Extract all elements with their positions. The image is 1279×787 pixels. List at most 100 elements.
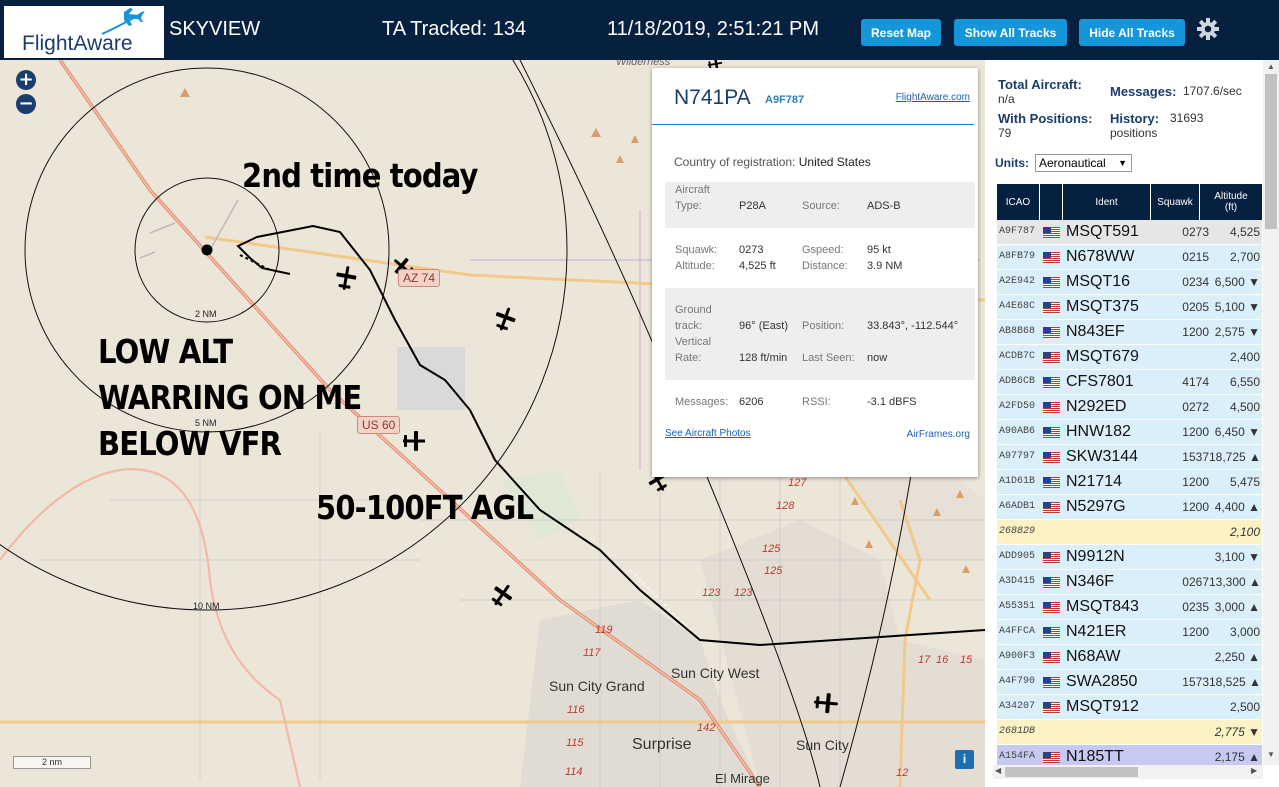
table-row[interactable]: A4FFCA N421ER 1200 3,000 bbox=[997, 620, 1262, 645]
scroll-right-icon[interactable]: ▶ bbox=[1251, 766, 1257, 775]
altitude-label: Altitude: bbox=[675, 260, 715, 272]
aircraft-icon[interactable] bbox=[490, 582, 514, 608]
route-number: 123 bbox=[734, 587, 753, 599]
cell-icao: A2FD50 bbox=[999, 401, 1036, 412]
table-row[interactable]: AB8B68 N843EF 1200 2,575 ▼ bbox=[997, 320, 1262, 345]
scrollbar-thumb[interactable] bbox=[1265, 74, 1277, 229]
datetime: 11/18/2019, 2:51:21 PM bbox=[607, 18, 820, 40]
table-row[interactable]: ACDB7C MSQT679 2,400 bbox=[997, 345, 1262, 370]
units-select[interactable]: Aeronautical ▼ bbox=[1035, 154, 1132, 172]
table-row[interactable]: A9F787 MSQT591 0273 4,525 bbox=[997, 220, 1262, 245]
table-row[interactable]: ADD905 N9912N 3,100 ▼ bbox=[997, 545, 1262, 570]
table-row[interactable]: 268829 2,100 bbox=[997, 520, 1262, 545]
cell-altitude: 6,450 ▼ bbox=[1214, 425, 1260, 439]
aircraft-photos-link[interactable]: See Aircraft Photos bbox=[665, 428, 751, 439]
cell-ident: SWA2850 bbox=[1066, 673, 1138, 690]
cell-altitude: 2,775 ▼ bbox=[1214, 725, 1260, 739]
table-row[interactable]: A3D415 N346F 0267 13,300 ▲ bbox=[997, 570, 1262, 595]
us-flag-icon bbox=[1043, 327, 1060, 338]
place-el-mirage: El Mirage bbox=[715, 771, 770, 786]
history-label: History: bbox=[1110, 111, 1160, 126]
route-number: 117 bbox=[583, 647, 601, 659]
table-row[interactable]: A6ADB1 N5297G 1200 4,400 ▲ bbox=[997, 495, 1262, 520]
table-row[interactable]: A2FD50 N292ED 0272 4,500 bbox=[997, 395, 1262, 420]
lastseen-label: Last Seen: bbox=[802, 352, 855, 364]
distance-label: Distance: bbox=[802, 260, 848, 272]
range-label-10nm: 10 NM bbox=[193, 601, 220, 611]
col-ident[interactable]: Ident bbox=[1063, 184, 1151, 220]
us-flag-icon bbox=[1043, 702, 1060, 713]
table-row[interactable]: A34207 MSQT912 2,500 bbox=[997, 695, 1262, 720]
cell-icao: ADD905 bbox=[999, 551, 1036, 562]
cell-ident: MSQT16 bbox=[1066, 273, 1131, 290]
cell-squawk: 1537 bbox=[1182, 450, 1209, 464]
popup-country: Country of registration: United States bbox=[674, 155, 871, 169]
us-flag-icon bbox=[1043, 427, 1060, 438]
cell-icao: A6ADB1 bbox=[999, 501, 1036, 512]
cell-ident: N678WW bbox=[1066, 248, 1135, 265]
us-flag-icon bbox=[1043, 477, 1060, 488]
reset-map-button[interactable]: Reset Map bbox=[861, 19, 941, 46]
col-squawk[interactable]: Squawk bbox=[1151, 184, 1200, 220]
cell-icao: 268829 bbox=[999, 526, 1036, 537]
route-number: 127 bbox=[788, 477, 807, 489]
col-altitude[interactable]: Altitude (ft) bbox=[1200, 184, 1262, 220]
table-row[interactable]: A2E942 MSQT16 0234 6,500 ▼ bbox=[997, 270, 1262, 295]
cell-ident: MSQT843 bbox=[1066, 598, 1139, 615]
table-row[interactable]: A900F3 N68AW 2,250 ▲ bbox=[997, 645, 1262, 670]
cell-ident: CFS7801 bbox=[1066, 373, 1134, 390]
table-row[interactable]: A97797 SKW3144 1537 18,725 ▲ bbox=[997, 445, 1262, 470]
aircraft-table-header: ICAO Ident Squawk Altitude (ft) bbox=[997, 184, 1262, 220]
annotation-below-vfr: BELOW VFR bbox=[98, 424, 282, 463]
horizontal-scrollbar[interactable]: ◀ ▶ bbox=[993, 765, 1263, 779]
cell-icao: ACDB7C bbox=[999, 351, 1036, 362]
cell-squawk: 0235 bbox=[1182, 600, 1209, 614]
table-row[interactable]: A4F790 SWA2850 1573 18,525 ▲ bbox=[997, 670, 1262, 695]
aircraft-icon[interactable] bbox=[335, 265, 357, 291]
show-all-tracks-button[interactable]: Show All Tracks bbox=[954, 19, 1067, 46]
table-row[interactable]: A55351 MSQT843 0235 3,000 ▲ bbox=[997, 595, 1262, 620]
zoom-out-button[interactable]: − bbox=[16, 94, 36, 114]
cell-squawk: 0273 bbox=[1182, 225, 1209, 239]
lastseen-value: now bbox=[867, 352, 888, 364]
flightaware-logo[interactable]: FlightAware bbox=[4, 6, 164, 58]
route-number: 116 bbox=[567, 704, 585, 716]
col-flag[interactable] bbox=[1040, 184, 1063, 220]
aircraft-icon[interactable] bbox=[494, 306, 516, 332]
flightaware-link[interactable]: FlightAware.com bbox=[896, 92, 970, 103]
vertical-scrollbar[interactable]: ▲ ▼ bbox=[1263, 60, 1279, 765]
position-label: Position: bbox=[802, 320, 845, 332]
cell-squawk: 1200 bbox=[1182, 325, 1209, 339]
cell-ident: MSQT912 bbox=[1066, 698, 1139, 715]
route-number: 125 bbox=[764, 565, 783, 577]
cell-squawk: 0267 bbox=[1182, 575, 1209, 589]
us-flag-icon bbox=[1043, 302, 1060, 313]
table-row[interactable]: A4E68C MSQT375 0205 5,100 ▼ bbox=[997, 295, 1262, 320]
route-number: 119 bbox=[595, 624, 613, 636]
zoom-in-button[interactable]: + bbox=[16, 70, 36, 90]
map-info-button[interactable]: i bbox=[955, 750, 974, 769]
scroll-left-icon[interactable]: ◀ bbox=[995, 766, 1001, 775]
hscrollbar-thumb[interactable] bbox=[1005, 767, 1138, 777]
cell-icao: A34207 bbox=[999, 701, 1036, 712]
aircraft-icon[interactable] bbox=[403, 428, 425, 454]
cell-icao: A4FFCA bbox=[999, 626, 1036, 637]
airframes-link[interactable]: AirFrames.org bbox=[907, 429, 970, 440]
gear-icon[interactable] bbox=[1196, 17, 1220, 41]
table-row[interactable]: ADB6CB CFS7801 4174 6,550 bbox=[997, 370, 1262, 395]
table-row[interactable]: A8FB79 N678WW 0215 2,700 bbox=[997, 245, 1262, 270]
history-unit: positions bbox=[1110, 126, 1158, 140]
us-flag-icon bbox=[1043, 652, 1060, 663]
cell-squawk: 4174 bbox=[1182, 375, 1209, 389]
table-row[interactable]: 2681DB 2,775 ▼ bbox=[997, 720, 1262, 745]
aircraft-icon[interactable] bbox=[813, 690, 839, 716]
table-row[interactable]: A1D61B N21714 1200 5,475 bbox=[997, 470, 1262, 495]
cell-icao: AB8B68 bbox=[999, 326, 1036, 337]
scroll-up-icon[interactable]: ▲ bbox=[1267, 62, 1275, 71]
col-icao[interactable]: ICAO bbox=[997, 184, 1040, 220]
table-row[interactable]: A90AB6 HNW182 1200 6,450 ▼ bbox=[997, 420, 1262, 445]
hide-all-tracks-button[interactable]: Hide All Tracks bbox=[1079, 19, 1185, 46]
cell-ident: N5297G bbox=[1066, 498, 1126, 515]
scroll-down-icon[interactable]: ▼ bbox=[1267, 750, 1275, 759]
cell-ident: N292ED bbox=[1066, 398, 1127, 415]
